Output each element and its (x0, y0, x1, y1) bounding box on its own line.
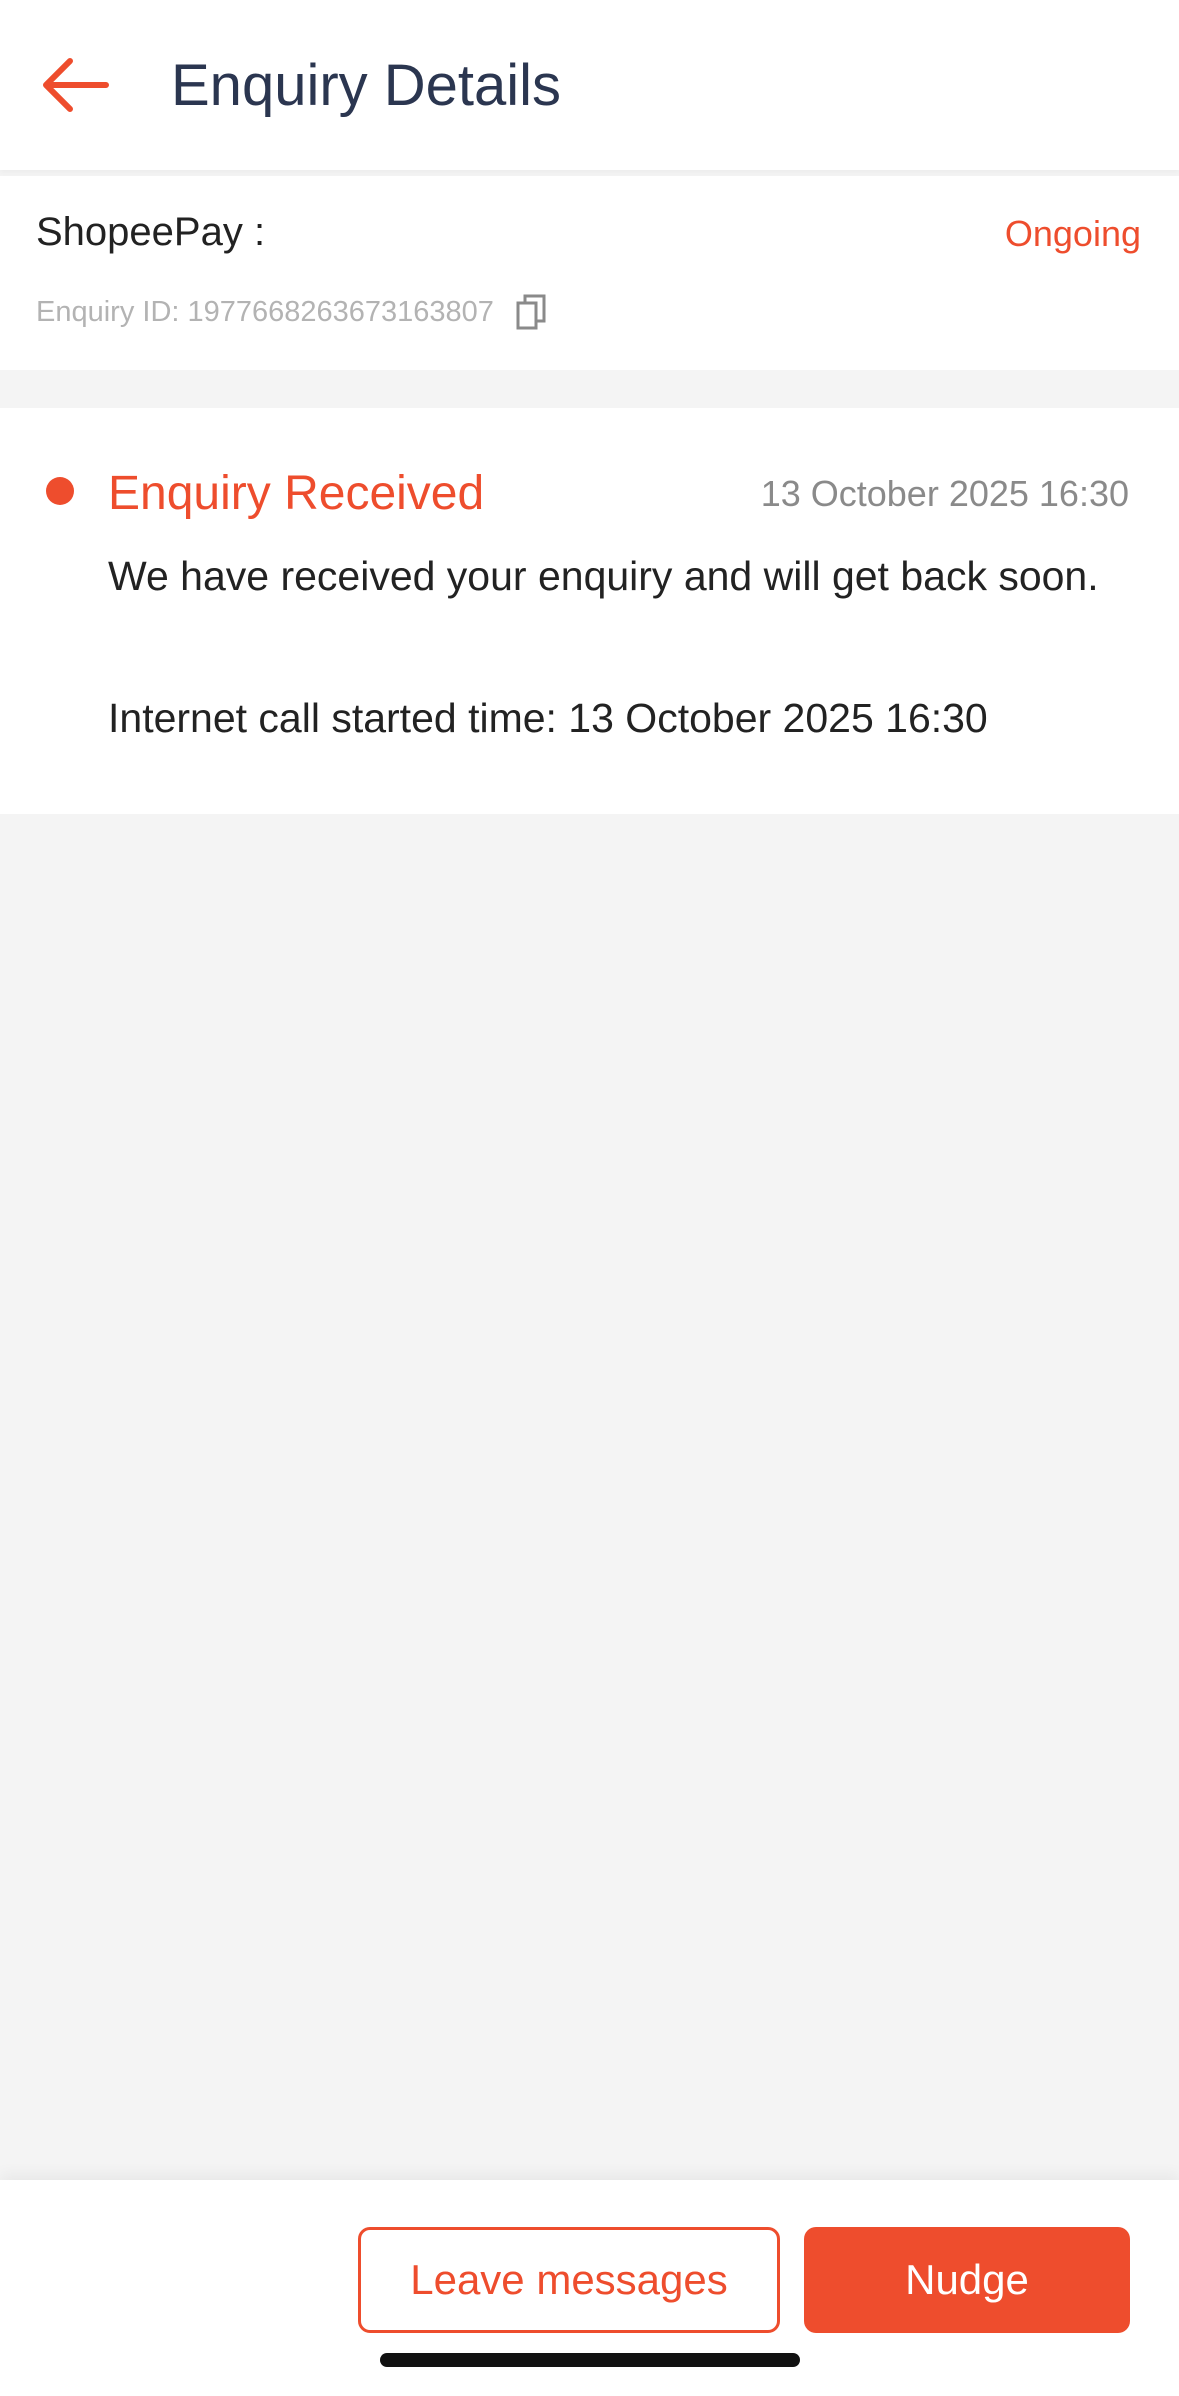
call-started-time: Internet call started time: 13 October 2… (108, 695, 988, 741)
copy-id-button[interactable] (514, 292, 548, 332)
enquiry-details-screen: Enquiry Details ShopeePay : Ongoing Enqu… (0, 0, 1179, 2396)
timeline-event-title: Enquiry Received (108, 467, 485, 520)
enquiry-id-row: Enquiry ID: 1977668263673163807 (36, 292, 548, 332)
enquiry-summary: ShopeePay : Ongoing Enquiry ID: 19776682… (0, 176, 1179, 370)
copy-icon (516, 294, 546, 330)
page-title: Enquiry Details (171, 53, 562, 118)
status-badge: Ongoing (1004, 213, 1141, 254)
back-arrow-icon (43, 58, 109, 112)
leave-messages-button[interactable]: Leave messages (358, 2227, 780, 2333)
enquiry-timeline: Enquiry Received 13 October 2025 16:30 W… (0, 408, 1179, 814)
timeline-dot (46, 477, 74, 505)
nudge-button[interactable]: Nudge (804, 2227, 1130, 2333)
enquiry-id: Enquiry ID: 1977668263673163807 (36, 296, 494, 328)
timeline-event-description: We have received your enquiry and will g… (108, 553, 1099, 599)
timeline-event-time: 13 October 2025 16:30 (760, 473, 1129, 514)
app-header: Enquiry Details (0, 0, 1179, 170)
home-indicator[interactable] (380, 2353, 800, 2367)
back-button[interactable] (30, 45, 120, 125)
service-name: ShopeePay : (36, 210, 266, 254)
